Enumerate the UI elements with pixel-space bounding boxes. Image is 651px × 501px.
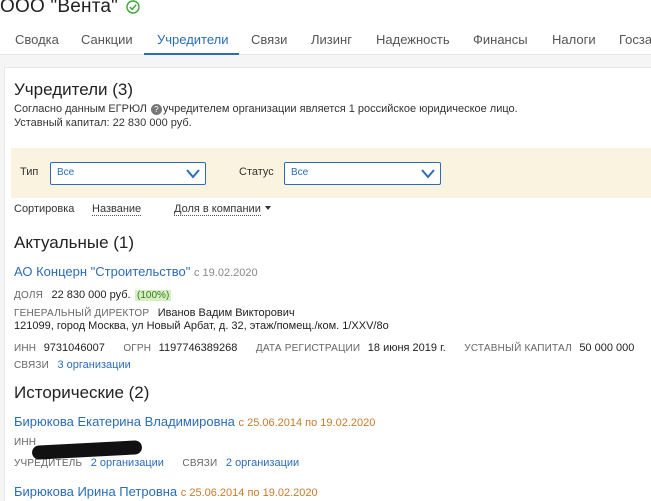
company-links-row: СВЯЗИ 3 организации — [14, 355, 131, 373]
current-title: Актуальные (1) — [14, 233, 135, 252]
status-select[interactable]: Все — [284, 162, 441, 185]
sort-by-name-label: Название — [92, 203, 142, 216]
help-icon[interactable]: ? — [150, 104, 162, 115]
egrul-note: Согласно данным ЕГРЮЛ ? учредителем орган… — [14, 103, 518, 115]
historical-person-2: Бирюкова Ирина Петровна с 25.06.2014 по … — [14, 484, 318, 499]
type-select-value: Все — [57, 167, 75, 178]
company-link[interactable]: АО Концерн "Строительство" — [14, 264, 190, 279]
sort-by-name[interactable]: Название — [92, 203, 142, 216]
tab-founders[interactable]: Учредители — [157, 25, 229, 55]
content-area: Учредители (3) Согласно данным ЕГРЮЛ ? уч… — [0, 55, 651, 501]
inn-value: 9731046007 — [43, 342, 105, 354]
sort-label: Сортировка — [14, 203, 75, 215]
share-row: ДОЛЯ 22 830 000 руб. (100%) — [14, 285, 172, 303]
check-circle-icon — [126, 0, 140, 14]
ogrn-value: 1197746389268 — [158, 342, 238, 354]
tab-leasing[interactable]: Лизинг — [311, 25, 352, 55]
links-label: СВЯЗИ — [14, 360, 50, 371]
founder-label: УЧРЕДИТЕЛЬ — [14, 458, 83, 469]
director-name: Иванов Вадим Викторович — [157, 307, 295, 319]
egrul-note-end: учредителем организации является 1 росси… — [162, 103, 518, 115]
person-links-value[interactable]: 2 организации — [226, 457, 299, 469]
tab-finances[interactable]: Финансы — [473, 25, 528, 55]
reg-date-label: ДАТА РЕГИСТРАЦИИ — [255, 343, 361, 354]
type-select[interactable]: Все — [50, 162, 206, 185]
company-address: 121099, город Москва, ул Новый Арбат, д.… — [14, 320, 389, 332]
founders-panel: Учредители (3) Согласно данным ЕГРЮЛ ? уч… — [4, 67, 651, 501]
page-header: ООО "Вента" — [0, 0, 140, 22]
caret-down-icon — [264, 206, 271, 210]
tab-taxes[interactable]: Налоги — [552, 25, 596, 55]
sort-by-share-label: Доля в компании — [174, 203, 261, 216]
person-period: с 25.06.2014 по 19.02.2020 — [238, 417, 376, 429]
chevron-down-icon — [186, 169, 200, 179]
share-percent-badge: (100%) — [135, 290, 172, 301]
director-label: ГЕНЕРАЛЬНЫЙ ДИРЕКТОР — [14, 308, 150, 319]
person-inn-label: ИНН — [14, 437, 37, 448]
share-value: 22 830 000 руб. — [51, 289, 131, 301]
capital-value: 50 000 000 — [579, 342, 635, 354]
capital-note: Уставный капитал: 22 830 000 руб. — [14, 117, 192, 129]
status-select-value: Все — [291, 167, 309, 178]
person-link[interactable]: Бирюкова Екатерина Владимировна — [14, 414, 235, 429]
chevron-down-icon — [421, 169, 435, 179]
reg-date-value: 18 июня 2019 г. — [367, 342, 446, 354]
tab-procurement[interactable]: Госза — [619, 25, 651, 55]
director-row: ГЕНЕРАЛЬНЫЙ ДИРЕКТОР Иванов Вадим Виктор… — [14, 303, 295, 321]
historical-person-1: Бирюкова Екатерина Владимировна с 25.06.… — [14, 414, 375, 429]
company-since: с 19.02.2020 — [193, 267, 258, 279]
filter-bar: Тип Все Статус Все — [11, 148, 651, 198]
person-links-label: СВЯЗИ — [182, 458, 218, 469]
tab-sanctions[interactable]: Санкции — [81, 25, 133, 55]
type-filter-label: Тип — [20, 166, 39, 178]
tab-connections[interactable]: Связи — [251, 25, 287, 55]
links-value[interactable]: 3 организации — [57, 359, 130, 371]
sort-by-share[interactable]: Доля в компании — [174, 203, 271, 216]
company-details-row: ИНН 9731046007 ОГРН 1197746389268 ДАТА Р… — [14, 338, 634, 356]
inn-label: ИНН — [14, 343, 37, 354]
tab-bar: Сводка Санкции Учредители Связи Лизинг Н… — [0, 25, 651, 55]
person-link[interactable]: Бирюкова Ирина Петровна — [14, 484, 177, 499]
founder-value[interactable]: 2 организации — [91, 457, 164, 469]
company-title: ООО "Вента" — [0, 0, 119, 17]
tab-reliability[interactable]: Надежность — [376, 25, 450, 55]
historical-title: Исторические (2) — [14, 383, 150, 402]
capital-label: УСТАВНЫЙ КАПИТАЛ — [464, 343, 572, 354]
egrul-note-start: Согласно данным ЕГРЮЛ — [14, 103, 147, 115]
person-period: с 25.06.2014 по 19.02.2020 — [180, 487, 318, 499]
status-filter-label: Статус — [239, 166, 274, 178]
founders-title: Учредители (3) — [14, 80, 134, 99]
tab-summary[interactable]: Сводка — [15, 25, 59, 55]
current-company: АО Концерн "Строительство" с 19.02.2020 — [14, 264, 258, 279]
share-label: ДОЛЯ — [14, 290, 44, 301]
person-1-links-row: УЧРЕДИТЕЛЬ 2 организации СВЯЗИ 2 организ… — [14, 453, 299, 471]
ogrn-label: ОГРН — [123, 343, 152, 354]
